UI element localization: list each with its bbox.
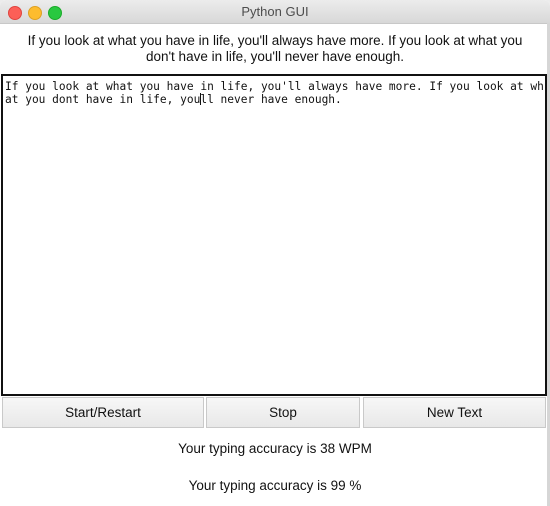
wpm-result: Your typing accuracy is 38 WPM: [178, 441, 372, 456]
new-text-button[interactable]: New Text: [363, 397, 546, 428]
start-restart-button[interactable]: Start/Restart: [2, 397, 204, 428]
typed-line-2-after-caret: ll never have enough.: [200, 93, 342, 106]
app-window: Python GUI If you look at what you have …: [0, 0, 550, 506]
typed-line-2-before-caret: at you dont have in life, you: [5, 93, 201, 106]
window-title: Python GUI: [241, 4, 309, 19]
stop-button[interactable]: Stop: [206, 397, 360, 428]
typing-textbox[interactable]: If you look at what you have in life, yo…: [1, 74, 547, 396]
typed-line-1: If you look at what you have in life, yo…: [5, 80, 544, 93]
typed-text: If you look at what you have in life, yo…: [5, 80, 545, 106]
accuracy-result: Your typing accuracy is 99 %: [188, 478, 362, 493]
prompt-text: If you look at what you have in life, yo…: [27, 33, 523, 64]
title-bar[interactable]: Python GUI: [0, 0, 550, 24]
